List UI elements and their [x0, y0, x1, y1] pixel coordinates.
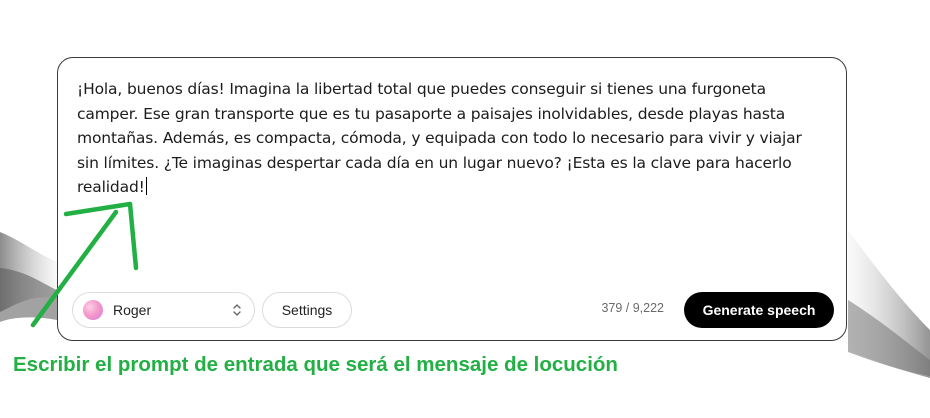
- voice-selector[interactable]: Roger: [72, 292, 255, 328]
- settings-button[interactable]: Settings: [262, 292, 352, 328]
- generate-speech-button[interactable]: Generate speech: [684, 292, 834, 328]
- text-caret: [145, 177, 147, 195]
- prompt-text: ¡Hola, buenos días! Imagina la libertad …: [77, 80, 802, 196]
- character-counter: 379 / 9,222: [601, 301, 664, 315]
- prompt-textarea[interactable]: ¡Hola, buenos días! Imagina la libertad …: [77, 77, 807, 200]
- annotation-caption: Escribir el prompt de entrada que será e…: [13, 353, 618, 376]
- voice-avatar: [83, 300, 103, 320]
- voice-name: Roger: [113, 302, 152, 318]
- chevron-up-down-icon: [233, 304, 241, 316]
- text-to-speech-card: ¡Hola, buenos días! Imagina la libertad …: [57, 57, 847, 341]
